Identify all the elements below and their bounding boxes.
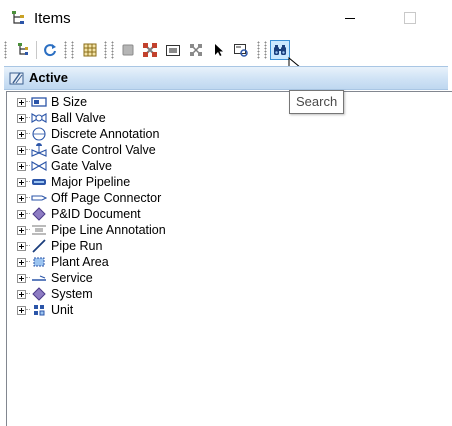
scatter-icon[interactable]: [186, 40, 206, 60]
tree-item[interactable]: Pipe Run: [17, 238, 166, 254]
active-filter-label: Active: [29, 70, 69, 85]
sheet-size-icon: [31, 95, 47, 109]
image-frame-icon[interactable]: [163, 40, 183, 60]
toolbar-grip[interactable]: [264, 41, 267, 59]
toolbar-grip[interactable]: [104, 41, 107, 59]
expand-icon[interactable]: [17, 97, 26, 107]
pipe-line-annotation-icon: [31, 223, 47, 237]
select-pointer-icon[interactable]: [208, 40, 228, 60]
binoculars-icon[interactable]: [270, 40, 290, 60]
tree-item[interactable]: B Size: [17, 94, 166, 110]
expand-icon[interactable]: [17, 225, 26, 235]
unit-icon: [31, 303, 47, 317]
system-icon: [31, 287, 47, 301]
tree-back-icon[interactable]: [13, 40, 33, 60]
toolbar-separator: [36, 41, 37, 59]
expand-icon[interactable]: [17, 257, 26, 267]
tree-item[interactable]: Plant Area: [17, 254, 166, 270]
active-filter-bar[interactable]: Active: [4, 66, 448, 90]
tree-item[interactable]: Gate Control Valve: [17, 142, 166, 158]
toolbar-grip[interactable]: [71, 41, 74, 59]
plant-area-icon: [31, 255, 47, 269]
item-tree-icon: [10, 10, 26, 26]
tree-item[interactable]: Unit: [17, 302, 166, 318]
title-bar: Items: [0, 0, 452, 36]
expand-icon[interactable]: [17, 113, 26, 123]
expand-icon[interactable]: [17, 177, 26, 187]
expand-icon[interactable]: [17, 161, 26, 171]
expand-icon[interactable]: [17, 193, 26, 203]
toolbar-grip[interactable]: [64, 41, 67, 59]
toolbar-grip[interactable]: [4, 41, 7, 59]
tree-item[interactable]: Service: [17, 270, 166, 286]
expand-icon[interactable]: [17, 273, 26, 283]
expand-icon[interactable]: [17, 129, 26, 139]
pid-document-icon: [31, 207, 47, 221]
gate-control-valve-icon: [31, 143, 47, 157]
discrete-annotation-icon: [31, 127, 47, 141]
refresh-icon[interactable]: [40, 40, 60, 60]
gate-valve-icon: [31, 159, 47, 173]
tree-item[interactable]: System: [17, 286, 166, 302]
gray-square-icon[interactable]: [118, 40, 138, 60]
maximize-icon[interactable]: [404, 12, 416, 24]
tree-item[interactable]: Off Page Connector: [17, 190, 166, 206]
search-tooltip: Search: [289, 90, 345, 114]
pipe-run-icon: [31, 239, 47, 253]
filter-folder-icon: [9, 70, 25, 86]
minimize-icon[interactable]: [339, 10, 361, 26]
remove-items-icon[interactable]: [140, 40, 160, 60]
toolbar-grip[interactable]: [111, 41, 114, 59]
expand-icon[interactable]: [17, 241, 26, 251]
expand-icon[interactable]: [17, 145, 26, 155]
tree-item[interactable]: Discrete Annotation: [17, 126, 166, 142]
ball-valve-icon: [31, 111, 47, 125]
toolbar-grip[interactable]: [257, 41, 260, 59]
expand-icon[interactable]: [17, 209, 26, 219]
off-page-connector-icon: [31, 191, 47, 205]
tree-item[interactable]: Pipe Line Annotation: [17, 222, 166, 238]
tree-item[interactable]: Ball Valve: [17, 110, 166, 126]
toolbar: [0, 37, 452, 63]
expand-icon[interactable]: [17, 305, 26, 315]
expand-icon[interactable]: [17, 289, 26, 299]
window-title: Items: [34, 10, 71, 27]
tree-item[interactable]: P&ID Document: [17, 206, 166, 222]
item-tree: B Size Ball Valve Discrete Annotation Ga…: [17, 94, 166, 318]
locate-icon[interactable]: [231, 40, 251, 60]
item-tree-panel: B Size Ball Valve Discrete Annotation Ga…: [6, 91, 452, 426]
tree-item[interactable]: Major Pipeline: [17, 174, 166, 190]
major-pipeline-icon: [31, 175, 47, 189]
grid-view-icon[interactable]: [80, 40, 100, 60]
tree-item[interactable]: Gate Valve: [17, 158, 166, 174]
service-icon: [31, 271, 47, 285]
